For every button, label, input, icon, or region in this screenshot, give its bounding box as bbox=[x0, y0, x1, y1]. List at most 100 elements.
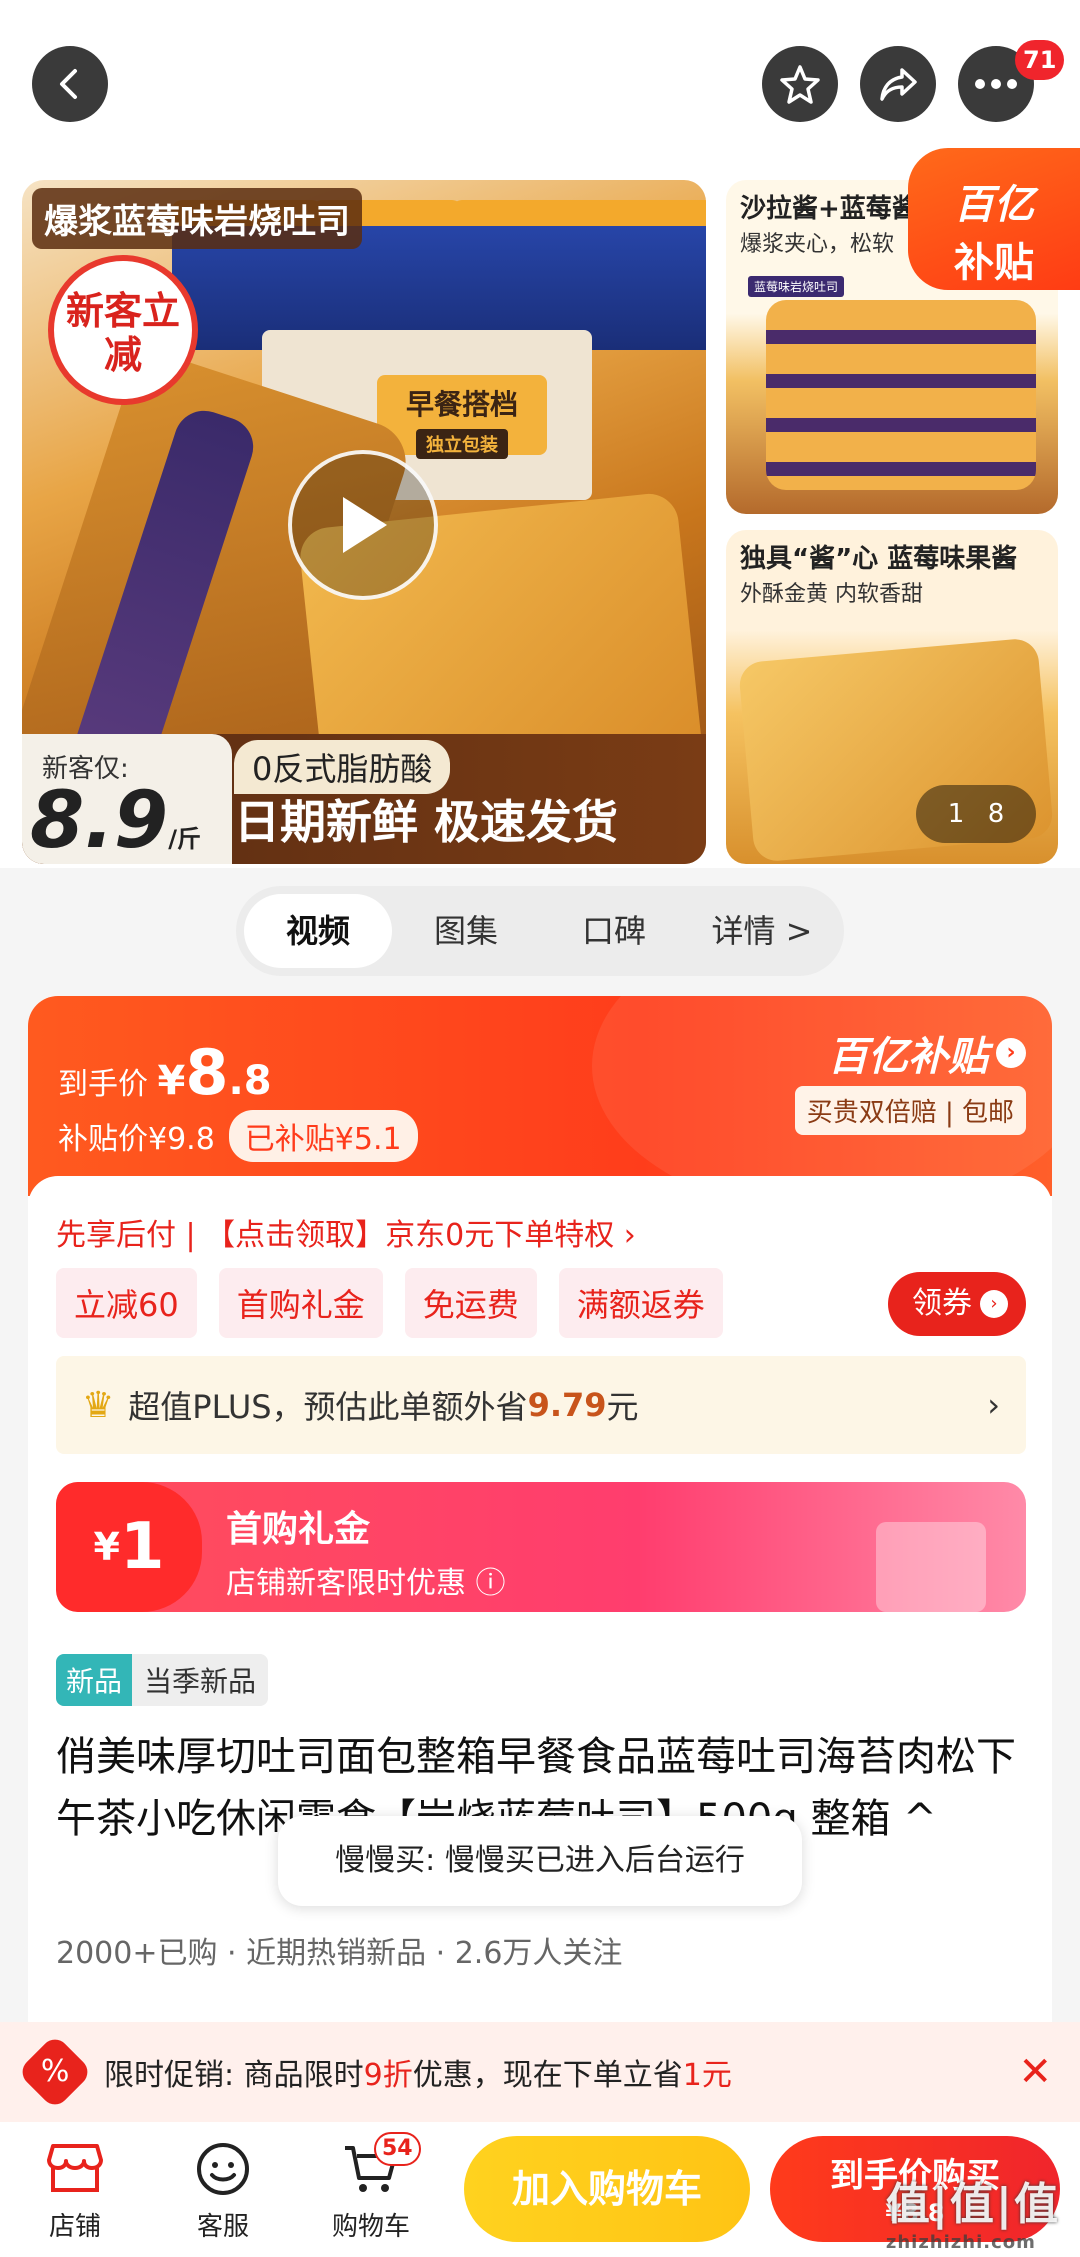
pay-later-link[interactable]: 先享后付 | 【点击领取】京东0元下单特权 › bbox=[56, 1210, 636, 1254]
share-button[interactable] bbox=[860, 46, 936, 122]
tab-video[interactable]: 视频 bbox=[244, 894, 392, 968]
toast-notification: 慢慢买: 慢慢买已进入后台运行 bbox=[278, 1816, 802, 1906]
promo-bar-middle: 优惠，现在下单立省 bbox=[412, 2058, 683, 2093]
promo-chips: 立减60 首购礼金 免运费 满额返券 bbox=[56, 1268, 723, 1338]
package-image bbox=[452, 200, 602, 350]
product-stats: 2000+已购 · 近期热销新品 · 2.6万人关注 bbox=[56, 1936, 623, 1971]
get-coupon-label: 领券 bbox=[912, 1286, 972, 1321]
image-counter: 1 8 bbox=[916, 785, 1036, 843]
nav-service-label: 客服 bbox=[196, 2212, 249, 2242]
gift-currency: ¥ bbox=[93, 1525, 120, 1569]
new-customer-badge: 新客立减 bbox=[48, 255, 198, 405]
box-label-sub: 独立包装 bbox=[416, 429, 508, 459]
box-label-title: 早餐搭档 bbox=[405, 388, 518, 421]
price-header: 到手价 ¥8.8 补贴价¥9.8 已补贴¥5.1 百亿补贴 › 买贵双倍赔 | … bbox=[28, 996, 1052, 1216]
product-gallery: 71 早餐搭档 独立包装 爆浆蓝莓味岩烧吐司 新客立减 新客仅: 8.9/斤 0… bbox=[0, 0, 1080, 868]
media-tabs: 视频 图集 口碑 详情 > bbox=[236, 886, 844, 976]
chevron-right-icon: › bbox=[996, 1038, 1026, 1068]
tab-reviews[interactable]: 口碑 bbox=[540, 894, 688, 968]
subsidy-price: 补贴价¥9.8 bbox=[58, 1122, 215, 1157]
thumbnail-subtitle: 爆浆夹心，松软 bbox=[740, 232, 895, 257]
promo-bar-save: 1元 bbox=[682, 2058, 732, 2093]
final-price-currency: ¥ bbox=[157, 1058, 186, 1104]
price-number: 8.9 bbox=[30, 776, 169, 864]
promo-bar-discount: 9折 bbox=[363, 2058, 413, 2093]
nav-cart-label: 购物车 bbox=[331, 2212, 410, 2242]
gift-value: 1 bbox=[119, 1510, 165, 1584]
promo-bar-prefix: 限时促销: 商品限时 bbox=[104, 2058, 364, 2093]
chevron-left-icon bbox=[60, 69, 77, 99]
subsidy-row: 补贴价¥9.8 已补贴¥5.1 bbox=[58, 1110, 418, 1162]
chevron-right-icon: › bbox=[987, 1386, 1000, 1424]
gift-subtitle: 店铺新客限时优惠 ⓘ bbox=[226, 1566, 506, 1601]
gift-amount: ¥1 bbox=[56, 1482, 202, 1612]
main-product-image[interactable]: 早餐搭档 独立包装 爆浆蓝莓味岩烧吐司 新客立减 新客仅: 8.9/斤 0反式脂… bbox=[22, 180, 706, 864]
package-image bbox=[582, 200, 706, 350]
chevron-right-icon: › bbox=[980, 1290, 1008, 1318]
product-info-card: 到手价 ¥8.8 补贴价¥9.8 已补贴¥5.1 百亿补贴 › 买贵双倍赔 | … bbox=[28, 996, 1052, 2116]
image-counter-current: 1 bbox=[947, 799, 965, 829]
site-watermark: 值|值|值 zhizhizhi.com bbox=[886, 2168, 1060, 2253]
guarantee-tag: 买贵双倍赔 | 包邮 bbox=[794, 1086, 1026, 1135]
thumbnail-label: 蓝莓味岩烧吐司 bbox=[748, 276, 845, 297]
back-button[interactable] bbox=[32, 46, 108, 122]
nav-cart[interactable]: 54 购物车 bbox=[316, 2132, 426, 2243]
subsidized-amount: 已补贴¥5.1 bbox=[228, 1110, 418, 1162]
new-tag-desc: 当季新品 bbox=[132, 1654, 269, 1706]
chip-first-gift[interactable]: 首购礼金 bbox=[218, 1268, 383, 1338]
image-slogan: 日期新鲜 极速发货 bbox=[234, 795, 619, 849]
billion-subsidy-logo[interactable]: 百亿补贴 › bbox=[828, 1024, 1026, 1082]
add-to-cart-button[interactable]: 加入购物车 bbox=[464, 2136, 750, 2242]
plus-unit: 元 bbox=[606, 1388, 639, 1426]
nav-shop-label: 店铺 bbox=[48, 2212, 101, 2242]
shop-icon bbox=[20, 2138, 130, 2200]
nav-shop[interactable]: 店铺 bbox=[20, 2138, 130, 2243]
image-counter-total: 8 bbox=[987, 799, 1005, 829]
play-icon bbox=[343, 497, 387, 553]
new-customer-price: 新客仅: 8.9/斤 bbox=[22, 734, 232, 864]
first-purchase-gift-banner[interactable]: ¥1 首购礼金 店铺新客限时优惠 ⓘ bbox=[56, 1482, 1026, 1612]
new-product-tag: 新品 当季新品 bbox=[56, 1654, 269, 1706]
final-price-integer: 8 bbox=[185, 1036, 229, 1109]
bottom-action-bar: 店铺 客服 54 购物车 加入购物车 到手价购买 ¥8.8 值|值|值 zhiz… bbox=[0, 2122, 1080, 2257]
plus-text: 超值PLUS，预估此单额外省 bbox=[128, 1388, 528, 1426]
tab-gallery[interactable]: 图集 bbox=[392, 894, 540, 968]
thumbnail-title: 独具“酱”心 蓝莓味果酱 bbox=[740, 544, 1018, 574]
new-tag-label: 新品 bbox=[56, 1654, 133, 1706]
close-icon[interactable]: ✕ bbox=[1018, 2049, 1052, 2095]
plus-amount: 9.79 bbox=[527, 1386, 607, 1424]
more-dots-icon bbox=[975, 79, 1017, 89]
main-image-title: 爆浆蓝莓味岩烧吐司 bbox=[32, 188, 362, 249]
discount-icon-glyph: % bbox=[40, 2053, 70, 2089]
gift-box-icon bbox=[876, 1522, 986, 1612]
final-price: 到手价 ¥8.8 bbox=[58, 1036, 272, 1109]
price-value: 8.9/斤 bbox=[30, 776, 201, 864]
get-coupon-button[interactable]: 领券 › bbox=[888, 1272, 1026, 1336]
watermark-logo: 值|值|值 bbox=[885, 2179, 1060, 2230]
billion-subsidy-badge-bottom: 补贴 bbox=[954, 240, 1034, 286]
thumbnail-title: 沙拉酱+蓝莓酱 bbox=[740, 194, 918, 224]
crown-icon: ♛ bbox=[82, 1384, 115, 1426]
tab-details[interactable]: 详情 > bbox=[688, 894, 836, 968]
play-video-button[interactable] bbox=[288, 450, 438, 600]
favorite-button[interactable] bbox=[762, 46, 838, 122]
star-icon bbox=[780, 65, 820, 104]
box-label: 早餐搭档 独立包装 bbox=[377, 375, 547, 459]
watermark-url: zhizhizhi.com bbox=[885, 2232, 1036, 2253]
share-icon bbox=[880, 68, 917, 101]
plus-savings-bar[interactable]: ♛ 超值PLUS，预估此单额外省 9.79 元 › bbox=[56, 1356, 1026, 1454]
billion-subsidy-badge: 百亿 补贴 bbox=[908, 148, 1080, 290]
thumbnail-subtitle: 外酥金黄 内软香甜 bbox=[740, 582, 923, 607]
cart-count-badge: 54 bbox=[374, 2132, 421, 2166]
nav-service[interactable]: 客服 bbox=[168, 2138, 278, 2243]
chip-free-shipping[interactable]: 免运费 bbox=[404, 1268, 537, 1338]
final-price-decimal: .8 bbox=[228, 1058, 272, 1104]
final-price-label: 到手价 bbox=[58, 1067, 158, 1102]
message-count-badge: 71 bbox=[1015, 40, 1065, 80]
card-body: 先享后付 | 【点击领取】京东0元下单特权 › 立减60 首购礼金 免运费 满额… bbox=[28, 1176, 1052, 2116]
chip-discount[interactable]: 立减60 bbox=[56, 1268, 197, 1338]
chip-coupon-return[interactable]: 满额返券 bbox=[558, 1268, 723, 1338]
billion-subsidy-badge-top: 百亿 bbox=[954, 182, 1034, 228]
limited-time-promo-bar[interactable]: % 限时促销: 商品限时 9折 优惠，现在下单立省 1元 ✕ bbox=[0, 2022, 1080, 2122]
cart-icon: 54 bbox=[316, 2132, 426, 2200]
